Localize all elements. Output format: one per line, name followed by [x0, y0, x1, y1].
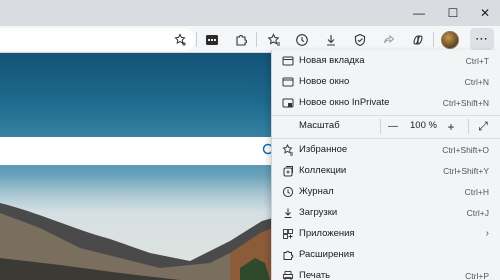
maximize-button[interactable]: ☐	[436, 0, 470, 26]
chevron-right-icon: ›	[485, 228, 489, 239]
menu-item-label: Загрузки	[299, 207, 338, 218]
menu-item-label: Новое окно InPrivate	[299, 97, 390, 108]
downloads-icon	[281, 206, 295, 220]
zoom-row: Масштаб — 100 % + ⤢	[272, 117, 500, 136]
zoom-label: Масштаб	[299, 120, 340, 131]
zoom-out-button[interactable]: —	[384, 117, 402, 136]
web-search-box[interactable]	[0, 137, 272, 165]
apps-icon	[281, 227, 295, 241]
menu-item-shortcut: Ctrl+P	[465, 270, 489, 280]
close-button[interactable]: ✕	[468, 0, 500, 26]
menu-item-new-tab[interactable]: Новая вкладка Ctrl+T	[272, 50, 500, 71]
history-icon	[281, 185, 295, 199]
menu-item-label: Избранное	[299, 144, 348, 155]
menu-item-label: Новое окно	[299, 76, 350, 87]
favorites-icon[interactable]	[263, 29, 285, 50]
copilot-icon[interactable]	[407, 29, 429, 50]
menu-item-collections[interactable]: Коллекции Ctrl+Shift+Y	[272, 160, 500, 181]
toolbar-separator	[256, 32, 257, 47]
menu-item-label: Расширения	[299, 249, 355, 260]
extension-dark-icon[interactable]	[201, 29, 223, 50]
print-icon	[281, 269, 295, 280]
menu-item-shortcut: Ctrl+T	[465, 55, 489, 66]
menu-item-label: Новая вкладка	[299, 55, 365, 66]
menu-item-label: Журнал	[299, 186, 334, 197]
title-bar: — ☐ ✕	[0, 0, 500, 26]
address-bar[interactable]	[0, 28, 195, 51]
downloads-icon[interactable]	[320, 29, 342, 50]
menu-item-extensions[interactable]: Расширения	[272, 244, 500, 265]
toolbar-separator	[433, 32, 434, 47]
menu-item-label: Печать	[299, 270, 331, 280]
menu-item-history[interactable]: Журнал Ctrl+H	[272, 181, 500, 202]
settings-and-more-menu: Новая вкладка Ctrl+T Новое окно Ctrl+N Н…	[271, 50, 500, 280]
share-icon[interactable]	[378, 29, 400, 50]
menu-item-apps[interactable]: Приложения ›	[272, 223, 500, 244]
extensions-icon[interactable]	[230, 29, 252, 50]
minimize-button[interactable]: —	[402, 0, 436, 26]
toolbar	[0, 26, 500, 53]
menu-item-print[interactable]: Печать Ctrl+P	[272, 265, 500, 280]
fullscreen-button[interactable]: ⤢	[474, 117, 492, 136]
menu-item-shortcut: Ctrl+Shift+N	[442, 97, 489, 108]
menu-item-new-inprivate-window[interactable]: Новое окно InPrivate Ctrl+Shift+N	[272, 92, 500, 113]
menu-item-shortcut: Ctrl+J	[466, 207, 489, 218]
zoom-separator	[380, 119, 381, 134]
favorites-icon	[281, 143, 295, 157]
zoom-value: 100 %	[410, 120, 437, 131]
history-icon[interactable]	[291, 29, 313, 50]
menu-item-label: Коллекции	[299, 165, 347, 176]
menu-item-shortcut: Ctrl+Shift+Y	[443, 165, 489, 176]
menu-item-downloads[interactable]: Загрузки Ctrl+J	[272, 202, 500, 223]
menu-item-label: Приложения	[299, 228, 355, 239]
favorites-add-icon[interactable]	[170, 29, 192, 50]
zoom-separator	[468, 119, 469, 134]
menu-item-new-window[interactable]: Новое окно Ctrl+N	[272, 71, 500, 92]
new-window-icon	[281, 75, 295, 89]
menu-divider	[272, 115, 500, 116]
inprivate-icon	[281, 96, 295, 110]
new-tab-icon	[281, 54, 295, 68]
zoom-in-button[interactable]: +	[442, 117, 460, 136]
toolbar-separator	[196, 32, 197, 47]
menu-item-shortcut: Ctrl+N	[464, 76, 489, 87]
settings-and-more-button[interactable]: ⋯	[470, 28, 494, 50]
browser-essentials-icon[interactable]	[349, 29, 371, 50]
menu-item-shortcut: Ctrl+H	[464, 186, 489, 197]
menu-item-shortcut: Ctrl+Shift+O	[442, 144, 489, 155]
profile-avatar[interactable]	[441, 31, 459, 49]
collections-icon	[281, 164, 295, 178]
menu-item-favorites[interactable]: Избранное Ctrl+Shift+O	[272, 139, 500, 160]
extensions-icon	[281, 248, 295, 262]
